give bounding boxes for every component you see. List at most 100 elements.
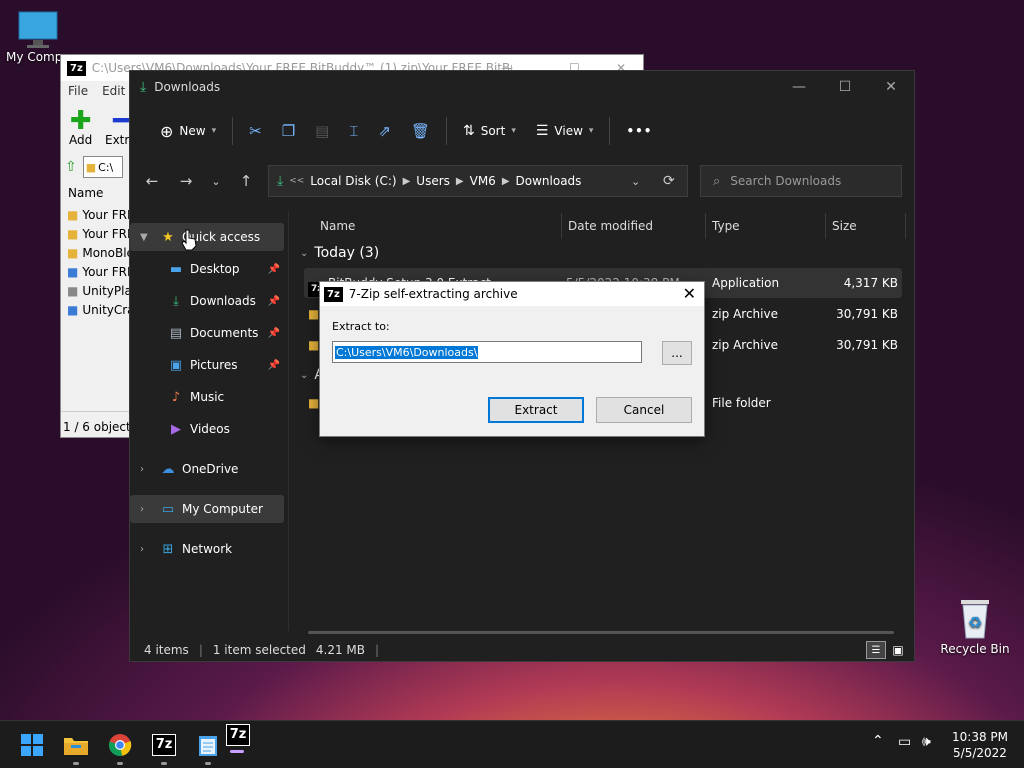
folder-icon: ■ bbox=[308, 396, 320, 410]
cancel-button[interactable]: Cancel bbox=[596, 397, 692, 423]
share-button[interactable]: ⇗ bbox=[368, 113, 401, 149]
sort-label: Sort bbox=[480, 124, 506, 138]
list-item-label: Your FRE bbox=[82, 264, 135, 279]
list-item[interactable]: ■ MonoBle bbox=[67, 243, 134, 262]
chevron-down-icon: ⌄ bbox=[211, 174, 221, 188]
list-item[interactable]: ■ Your FRE bbox=[67, 205, 135, 224]
group-header-today[interactable]: ⌄ Today (3) bbox=[300, 245, 379, 261]
back-button[interactable]: ← bbox=[138, 167, 166, 195]
hand-cursor-icon bbox=[181, 229, 197, 251]
cloud-icon: ☁ bbox=[161, 461, 175, 477]
tiles-view-button[interactable]: ▣ bbox=[888, 641, 908, 659]
file-icon: ■ bbox=[67, 283, 79, 298]
taskbar-file-explorer[interactable] bbox=[60, 729, 92, 765]
column-header-date[interactable]: Date modified bbox=[562, 213, 706, 239]
taskbar-notepad[interactable] bbox=[192, 729, 224, 765]
up-folder-icon[interactable]: ⇧ bbox=[65, 159, 77, 175]
address-input[interactable]: ■ C:\ bbox=[82, 156, 123, 178]
file-size: 30,791 KB bbox=[836, 307, 898, 321]
more-icon: ••• bbox=[626, 124, 653, 138]
paste-button[interactable]: ▤ bbox=[305, 113, 339, 149]
breadcrumb-vm6[interactable]: VM6 bbox=[470, 174, 496, 188]
refresh-icon[interactable]: ⟳ bbox=[663, 173, 675, 189]
trash-icon: 🗑 bbox=[410, 122, 430, 140]
7zip-icon: 7z bbox=[225, 724, 251, 746]
column-header-size[interactable]: Size bbox=[826, 213, 906, 239]
extract-button[interactable]: Extract bbox=[488, 397, 584, 423]
column-header-name[interactable]: Name bbox=[314, 213, 562, 239]
delete-button[interactable]: 🗑 bbox=[401, 113, 440, 149]
chevron-up-icon[interactable]: ⌃ bbox=[872, 733, 884, 749]
sidebar-item-videos[interactable]: ▶ Videos bbox=[130, 415, 284, 443]
sidebar-item-my-computer[interactable]: › ▭ My Computer bbox=[130, 495, 284, 523]
taskbar-7zip-sfx[interactable]: 7z bbox=[222, 719, 254, 753]
7zip-sfx-dialog[interactable]: 7z 7-Zip self-extracting archive ✕ Extra… bbox=[319, 281, 705, 437]
new-button[interactable]: ⊕ New ▾ bbox=[150, 113, 226, 149]
speaker-icon[interactable]: 🕪 bbox=[922, 734, 931, 750]
breadcrumb-downloads[interactable]: Downloads bbox=[516, 174, 582, 188]
add-button[interactable]: ✚ Add bbox=[69, 108, 92, 147]
picture-icon: ▣ bbox=[169, 357, 183, 373]
file-size: 4,317 KB bbox=[843, 276, 898, 290]
network-status-icon[interactable]: ▭ bbox=[898, 734, 911, 750]
dialog-titlebar[interactable]: 7z 7-Zip self-extracting archive bbox=[320, 282, 704, 306]
sidebar-item-onedrive[interactable]: › ☁ OneDrive bbox=[130, 455, 284, 483]
search-box[interactable]: ⌕ Search Downloads bbox=[700, 165, 902, 197]
copy-button[interactable]: ❐ bbox=[272, 113, 305, 149]
close-icon[interactable]: ✕ bbox=[683, 284, 696, 303]
cut-button[interactable]: ✂ bbox=[239, 113, 272, 149]
menu-edit[interactable]: Edit bbox=[102, 84, 125, 98]
view-button[interactable]: ☰ View ▾ bbox=[526, 113, 604, 149]
more-options-button[interactable]: ••• bbox=[616, 113, 662, 149]
chevron-down-icon: ⌄ bbox=[300, 247, 309, 259]
recent-locations-button[interactable]: ⌄ bbox=[202, 167, 230, 195]
forward-button[interactable]: → bbox=[172, 167, 200, 195]
chevron-down-icon[interactable]: ⌄ bbox=[631, 175, 640, 188]
address-bar[interactable]: ⤓ << Local Disk (C:) ▶ Users ▶ VM6 ▶ Dow… bbox=[268, 165, 688, 197]
details-view-button[interactable]: ☰ bbox=[866, 641, 886, 659]
rename-button[interactable]: ⌶ bbox=[339, 113, 368, 149]
browse-button[interactable]: ... bbox=[662, 341, 692, 365]
sidebar-item-documents[interactable]: ▤ Documents 📌 bbox=[130, 319, 284, 347]
sort-button[interactable]: ⇅ Sort ▾ bbox=[453, 113, 526, 149]
sidebar-item-network[interactable]: › ⊞ Network bbox=[130, 535, 284, 563]
sidebar-item-desktop[interactable]: ▬ Desktop 📌 bbox=[130, 255, 284, 283]
breadcrumb-users[interactable]: Users bbox=[416, 174, 450, 188]
taskbar-chrome[interactable] bbox=[104, 729, 136, 765]
maximize-icon[interactable]: ☐ bbox=[822, 71, 868, 103]
column-header-name[interactable]: Name bbox=[68, 186, 103, 200]
running-indicator bbox=[205, 762, 211, 765]
desktop-icon-recycle-bin[interactable]: ♻ Recycle Bin bbox=[940, 596, 1010, 656]
new-label: New bbox=[179, 124, 206, 138]
start-button[interactable] bbox=[16, 729, 48, 761]
chevron-down-icon: ▾ bbox=[511, 126, 516, 136]
column-header-type[interactable]: Type bbox=[706, 213, 826, 239]
divider bbox=[609, 117, 611, 145]
download-icon: ⤓ bbox=[140, 79, 147, 95]
horizontal-scrollbar[interactable] bbox=[308, 631, 894, 634]
music-icon: ♪ bbox=[171, 389, 181, 405]
chevron-right-icon: › bbox=[140, 543, 144, 555]
divider bbox=[232, 117, 234, 145]
sidebar-item-quick-access[interactable]: ▼ ★ Quick access bbox=[130, 223, 284, 251]
taskbar-7zip[interactable]: 7z bbox=[148, 729, 180, 765]
sidebar-item-pictures[interactable]: ▣ Pictures 📌 bbox=[130, 351, 284, 379]
list-item[interactable]: ■ Your FRE bbox=[67, 262, 135, 281]
clock[interactable]: 10:38 PM 5/5/2022 bbox=[948, 729, 1012, 761]
extract-path-input[interactable]: C:\Users\VM6\Downloads\ bbox=[332, 341, 642, 363]
list-item[interactable]: ■ UnityCra bbox=[67, 300, 135, 319]
minimize-icon[interactable]: — bbox=[776, 71, 822, 103]
up-button[interactable]: ↑ bbox=[232, 167, 260, 195]
sidebar-item-downloads[interactable]: ⤓ Downloads 📌 bbox=[130, 287, 284, 315]
list-item[interactable]: ■ Your FRE bbox=[67, 224, 135, 243]
scissors-icon: ✂ bbox=[249, 122, 262, 140]
sidebar-item-music[interactable]: ♪ Music bbox=[130, 383, 284, 411]
close-icon[interactable]: ✕ bbox=[868, 71, 914, 103]
tiles-view-icon: ▣ bbox=[892, 643, 904, 657]
details-view-icon: ☰ bbox=[871, 644, 881, 656]
group-label: Today (3) bbox=[314, 245, 380, 261]
breadcrumb-local-disk[interactable]: Local Disk (C:) bbox=[310, 174, 396, 188]
sidebar-item-label: Videos bbox=[190, 422, 230, 436]
menu-file[interactable]: File bbox=[68, 84, 88, 98]
desktop-icon: ▬ bbox=[169, 261, 183, 277]
